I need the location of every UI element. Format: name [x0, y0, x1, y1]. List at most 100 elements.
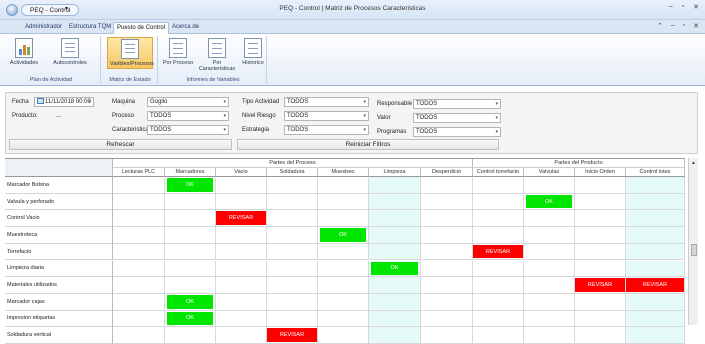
matrix-cell[interactable] [626, 243, 685, 261]
matrix-cell[interactable] [318, 293, 369, 311]
matrix-cell[interactable] [113, 277, 165, 294]
matrix-cell[interactable] [421, 293, 473, 311]
matrix-cell[interactable] [165, 243, 216, 261]
matrix-cell[interactable] [318, 327, 369, 344]
matrix-cell[interactable] [421, 210, 473, 228]
matrix-cell[interactable] [216, 227, 267, 244]
matrix-cell[interactable] [369, 243, 421, 261]
matrix-cell[interactable] [216, 177, 267, 194]
matrix-cell[interactable] [626, 327, 685, 344]
matrix-cell[interactable] [524, 243, 575, 261]
matrix-cell[interactable] [267, 277, 318, 294]
matrix-cell[interactable]: OK [369, 260, 421, 278]
valor-select[interactable]: TODOS ▾ [413, 113, 501, 123]
mdi-close-icon[interactable]: ✕ [693, 22, 699, 30]
matrix-cell[interactable] [369, 293, 421, 311]
matrix-cell[interactable] [473, 277, 524, 294]
matrix-cell[interactable] [524, 293, 575, 311]
matrix-cell[interactable] [626, 177, 685, 194]
ribbon-collapse-icon[interactable]: ⌃ [657, 22, 663, 30]
matrix-cell[interactable] [113, 260, 165, 278]
matrix-cell[interactable]: REVISAR [267, 327, 318, 344]
matrix-cell[interactable] [216, 293, 267, 311]
matrix-cell[interactable] [421, 277, 473, 294]
matrix-cell[interactable] [575, 260, 626, 278]
matrix-cell[interactable] [113, 177, 165, 194]
tipo-actividad-select[interactable]: TODOS ▾ [284, 97, 369, 107]
matrix-cell[interactable] [267, 260, 318, 278]
matrix-cell[interactable] [165, 260, 216, 278]
estrategia-select[interactable]: TODOS ▾ [284, 125, 369, 135]
matrix-cell[interactable] [421, 243, 473, 261]
matrix-cell[interactable]: OK [524, 193, 575, 211]
tab-puesto-de-control[interactable]: Puesto de Control [113, 22, 170, 34]
matrix-cell[interactable] [524, 260, 575, 278]
matrix-cell[interactable] [575, 177, 626, 194]
matrix-cell[interactable] [575, 243, 626, 261]
matrix-cell[interactable]: OK [318, 227, 369, 244]
matrix-cell[interactable] [369, 177, 421, 194]
matrix-cell[interactable] [524, 177, 575, 194]
matrix-cell[interactable]: REVISAR [626, 277, 685, 294]
matrix-cell[interactable]: REVISAR [575, 277, 626, 294]
matrix-cell[interactable] [318, 193, 369, 211]
matrix-cell[interactable]: REVISAR [473, 243, 524, 261]
matrix-cell[interactable] [267, 193, 318, 211]
matrix-cell[interactable] [267, 293, 318, 311]
proceso-select[interactable]: TODOS ▾ [147, 111, 229, 121]
matrix-cell[interactable] [473, 210, 524, 228]
matrix-cell[interactable]: OK [165, 293, 216, 311]
matrix-cell[interactable] [575, 193, 626, 211]
matrix-cell[interactable] [473, 260, 524, 278]
close-icon[interactable]: ✕ [693, 3, 699, 11]
fecha-datepicker[interactable]: 11/11/2018 00:00 ▾ [34, 97, 94, 107]
tab-estructura-tqm[interactable]: Estructura TQM [66, 22, 114, 34]
matrix-cell[interactable] [216, 260, 267, 278]
matrix-cell[interactable] [113, 210, 165, 228]
reiniciar-filtros-button[interactable]: Reiniciar Filtros [237, 139, 499, 150]
matrix-cell[interactable] [369, 277, 421, 294]
matrix-cell[interactable] [113, 227, 165, 244]
matrix-cell[interactable] [113, 293, 165, 311]
matrix-cell[interactable] [421, 260, 473, 278]
matrix-cell[interactable] [626, 293, 685, 311]
matrix-cell[interactable]: REVISAR [216, 210, 267, 228]
matrix-cell[interactable] [524, 277, 575, 294]
matrix-cell[interactable] [473, 293, 524, 311]
matrix-cell[interactable] [524, 327, 575, 344]
matrix-cell[interactable] [165, 210, 216, 228]
matrix-cell[interactable] [165, 327, 216, 344]
matrix-cell[interactable] [216, 277, 267, 294]
matrix-cell[interactable] [216, 327, 267, 344]
maquina-select[interactable]: Goglio ▾ [147, 97, 229, 107]
matrix-cell[interactable] [473, 193, 524, 211]
por-caracteristicas-button[interactable]: Por Caracteristicas [195, 38, 239, 72]
matrix-cell[interactable] [369, 193, 421, 211]
matrix-cell[interactable] [626, 193, 685, 211]
matrix-cell[interactable] [165, 277, 216, 294]
matrix-cell[interactable] [473, 227, 524, 244]
restore-icon[interactable]: ▫ [682, 3, 684, 11]
scroll-thumb[interactable] [691, 244, 697, 256]
matrix-cell[interactable] [318, 243, 369, 261]
matrix-cell[interactable] [369, 210, 421, 228]
matrix-cell[interactable] [524, 227, 575, 244]
refrescar-button[interactable]: Refrescar [9, 139, 232, 150]
matrix-cell[interactable] [626, 227, 685, 244]
matrix-cell[interactable] [575, 227, 626, 244]
matrix-cell[interactable] [421, 227, 473, 244]
matrix-cell[interactable] [473, 327, 524, 344]
matrix-cell[interactable] [626, 260, 685, 278]
matrix-cell[interactable] [318, 177, 369, 194]
matrix-cell[interactable] [421, 177, 473, 194]
matrix-cell[interactable] [267, 210, 318, 228]
matrix-cell[interactable] [113, 327, 165, 344]
mdi-restore-icon[interactable]: ▫ [683, 22, 685, 30]
matrix-cell[interactable] [165, 227, 216, 244]
matrix-cell[interactable]: OK [165, 177, 216, 194]
matrix-cell[interactable] [267, 227, 318, 244]
matrix-cell[interactable] [421, 193, 473, 211]
matrix-cell[interactable] [267, 243, 318, 261]
matrix-cell[interactable] [473, 177, 524, 194]
nivel-riesgo-select[interactable]: TODOS ▾ [284, 111, 369, 121]
